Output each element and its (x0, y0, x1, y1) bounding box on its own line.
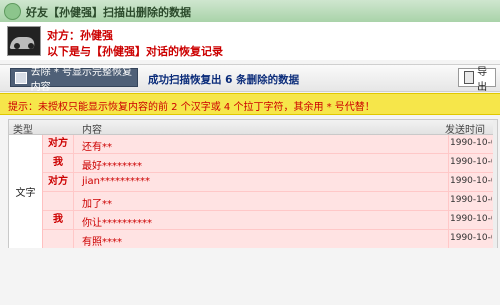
time-cell: 1990-10-03 00:00:00 (450, 157, 492, 167)
window-title: 好友【孙健强】扫描出删除的数据 (26, 6, 191, 19)
table-row[interactable]: 有照**** 1990-10-03 00:00:00 (43, 230, 497, 249)
title-bar: 好友【孙健强】扫描出删除的数据 (0, 0, 500, 23)
contact-name: 孙健强 (80, 29, 113, 42)
show-full-content-button[interactable]: 去除 * 号显示完整恢复内容 (10, 67, 138, 93)
records-table: 类型 内容 发送时间 文字 对方 还有** 1990-10-03 00:00:0… (8, 119, 498, 249)
content-cell: 你让********** (82, 218, 152, 229)
contact-line: 对方：孙健强 (47, 27, 113, 43)
table-row[interactable]: 对方 还有** 1990-10-03 00:00:00 (43, 135, 497, 154)
time-cell: 1990-10-03 00:00:00 (450, 176, 492, 186)
app-window: 好友【孙健强】扫描出删除的数据 对方：孙健强 以下是与【孙健强】对话的恢复记录 … (0, 0, 500, 305)
sender-cell: 对方 (43, 173, 74, 191)
content-cell: 最好******** (82, 161, 142, 172)
header-time[interactable]: 发送时间 (445, 121, 485, 136)
document-icon (15, 71, 27, 84)
header-type[interactable]: 类型 (13, 121, 33, 136)
sender-cell: 我 (43, 154, 74, 172)
time-cell: 1990-10-03 00:00:00 (450, 195, 492, 205)
export-button[interactable]: 导出 (458, 67, 496, 93)
contact-label: 对方： (47, 29, 80, 42)
type-cell: 文字 (9, 135, 43, 248)
time-cell: 1990-10-03 00:00:00 (450, 214, 492, 224)
table-row[interactable]: 我 最好******** 1990-10-03 00:00:00 (43, 154, 497, 173)
content-cell: 加了** (82, 199, 112, 210)
sender-cell: 我 (43, 211, 74, 229)
header-content[interactable]: 内容 (82, 121, 102, 136)
toolbar: 去除 * 号显示完整恢复内容 成功扫描恢复出 6 条删除的数据 导出 (0, 64, 500, 93)
table-row[interactable]: 对方 jian********** 1990-10-03 00:00:00 (43, 173, 497, 192)
content-cell: 有照**** (82, 237, 122, 248)
export-label: 导出 (477, 66, 488, 93)
show-full-content-label: 去除 * 号显示完整恢复内容 (30, 66, 132, 93)
time-cell: 1990-10-03 00:00:00 (450, 233, 492, 243)
notice-text: 提示：未授权只能显示恢复内容的前 2 个汉字或 4 个拉丁字符，其余用 * 号代… (8, 102, 375, 113)
notice-bar: 提示：未授权只能显示恢复内容的前 2 个汉字或 4 个拉丁字符，其余用 * 号代… (0, 93, 500, 115)
content-cell: jian********** (82, 176, 151, 187)
header-subtitle: 以下是与【孙健强】对话的恢复记录 (47, 45, 223, 58)
time-cell: 1990-10-03 00:00:00 (450, 138, 492, 148)
vertical-scrollbar[interactable] (493, 120, 497, 248)
table-header: 类型 内容 发送时间 (9, 120, 497, 136)
empty-area (0, 248, 500, 305)
content-cell: 还有** (82, 142, 112, 153)
sender-cell (43, 230, 74, 248)
app-icon (4, 3, 21, 20)
sender-cell (43, 192, 74, 210)
table-row[interactable]: 加了** 1990-10-03 00:00:00 (43, 192, 497, 211)
table-row[interactable]: 我 你让********** 1990-10-03 00:00:00 (43, 211, 497, 230)
contact-header: 对方：孙健强 以下是与【孙健强】对话的恢复记录 (0, 22, 500, 60)
sender-cell: 对方 (43, 135, 74, 153)
export-icon (464, 71, 475, 84)
scan-status-text: 成功扫描恢复出 6 条删除的数据 (148, 74, 300, 86)
avatar (7, 26, 41, 56)
